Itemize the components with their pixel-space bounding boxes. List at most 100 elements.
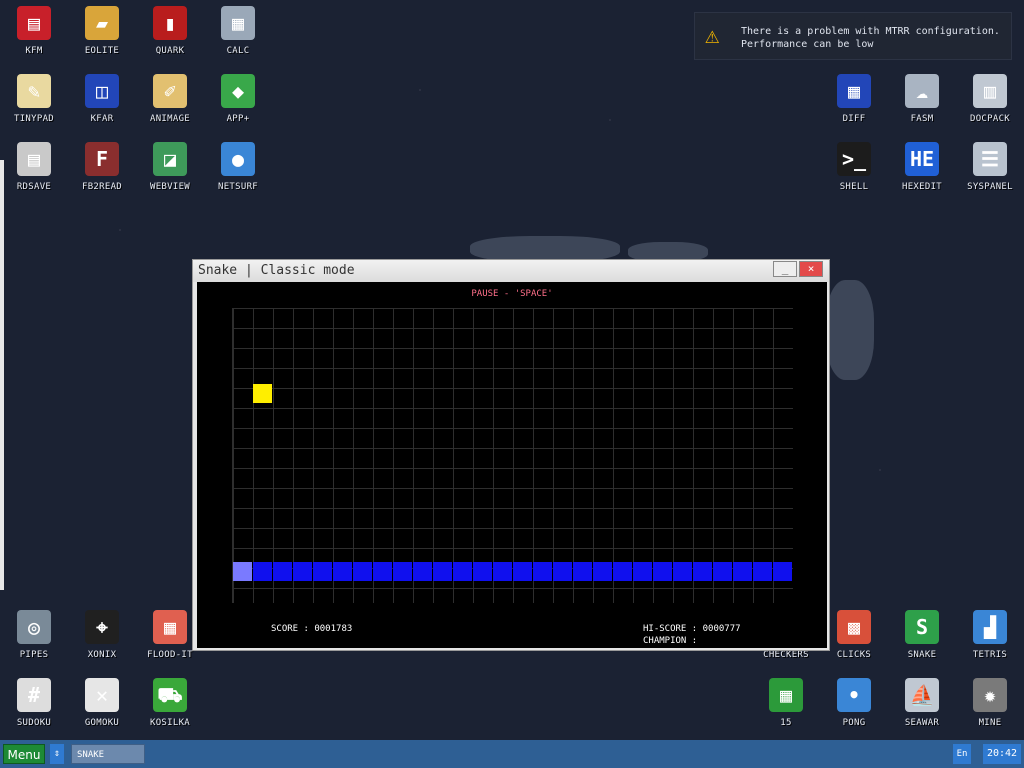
mine-icon: ✹ — [973, 678, 1007, 712]
desktop-icon-sudoku[interactable]: # SUDOKU — [0, 672, 68, 738]
desktop-icon-pong[interactable]: • PONG — [820, 672, 888, 738]
desktop-icon-fasm[interactable]: ☁ FASM — [888, 68, 956, 134]
desktop-icon-tinypad[interactable]: ✎ TINYPAD — [0, 68, 68, 134]
desktop-icon-calc[interactable]: ▦ CALC — [204, 0, 272, 66]
sliders-icon: ☰ — [973, 142, 1007, 176]
desktop-icon-label: QUARK — [155, 46, 185, 56]
game-grid — [232, 308, 793, 603]
tetris-icon: ▟ — [973, 610, 1007, 644]
window-switch-button[interactable]: ⇕ — [50, 744, 64, 764]
clicks-icon: ▩ — [837, 610, 871, 644]
snake-segment — [253, 562, 272, 581]
desktop-icon-xonix[interactable]: ⌖ XONIX — [68, 604, 136, 670]
desktop-icon-15[interactable]: ▦ 15 — [752, 672, 820, 738]
snake-segment — [293, 562, 312, 581]
desktop-icon-webview[interactable]: ◪ WEBVIEW — [136, 136, 204, 202]
desktop-icon-label: NETSURF — [217, 182, 259, 192]
window-titlebar[interactable]: Snake | Classic mode _ × — [193, 260, 829, 282]
desktop-icon-animage[interactable]: ✐ ANIMAGE — [136, 68, 204, 134]
desktop-icon-label: XONIX — [87, 650, 117, 660]
fifteen-icon: ▦ — [769, 678, 803, 712]
desktop-icon-diff[interactable]: ▦ DIFF — [820, 68, 888, 134]
gomoku-icon: ✕ — [85, 678, 119, 712]
desktop-icon-eolite[interactable]: ▰ EOLITE — [68, 0, 136, 66]
snake-segment — [333, 562, 352, 581]
desktop-icon-label: KFAR — [90, 114, 114, 124]
desktop-icon-seawar[interactable]: ⛵ SEAWAR — [888, 672, 956, 738]
mtrr-notification[interactable]: ⚠ There is a problem with MTRR configura… — [694, 12, 1012, 60]
desktop-icon-kfar[interactable]: ◫ KFAR — [68, 68, 136, 134]
desktop-icon-label: GOMOKU — [84, 718, 120, 728]
diff-icon: ▦ — [837, 74, 871, 108]
menu-button[interactable]: Menu — [3, 744, 45, 764]
desktop-icon-label: EOLITE — [84, 46, 120, 56]
desktop-icon-tetris[interactable]: ▟ TETRIS — [956, 604, 1024, 670]
snake-segment — [533, 562, 552, 581]
desktop-icon-rdsave[interactable]: ▤ RDSAVE — [0, 136, 68, 202]
pause-hint: PAUSE - 'SPACE' — [471, 289, 553, 299]
desktop-icon-app-[interactable]: ◆ APP+ — [204, 68, 272, 134]
globe-icon: ● — [221, 142, 255, 176]
cloud-icon: ☁ — [905, 74, 939, 108]
snake-segment — [473, 562, 492, 581]
desktop-icon-label: PIPES — [19, 650, 49, 660]
desktop-icon-syspanel[interactable]: ☰ SYSPANEL — [956, 136, 1024, 202]
desktop-icon-mine[interactable]: ✹ MINE — [956, 672, 1024, 738]
sudoku-icon: # — [17, 678, 51, 712]
desktop-icon-label: SUDOKU — [16, 718, 52, 728]
champion-label: CHAMPION : — [643, 636, 698, 646]
desktop-icon-label: ANIMAGE — [149, 114, 191, 124]
hex-icon: HE — [905, 142, 939, 176]
desktop-icon-fb2read[interactable]: F FB2READ — [68, 136, 136, 202]
cabinet-icon: ▥ — [973, 74, 1007, 108]
snake-segment — [733, 562, 752, 581]
desktop-icon-netsurf[interactable]: ● NETSURF — [204, 136, 272, 202]
terminal-icon: >_ — [837, 142, 871, 176]
close-button[interactable]: × — [799, 261, 823, 277]
desktop-icon-label: FASM — [910, 114, 934, 124]
snake-segment — [413, 562, 432, 581]
snake-segment — [373, 562, 392, 581]
snake-segment — [633, 562, 652, 581]
floppy-icon: ▤ — [17, 6, 51, 40]
desktop-icon-label: KFM — [25, 46, 43, 56]
mower-icon: ⛟ — [153, 678, 187, 712]
desktop-icon-docpack[interactable]: ▥ DOCPACK — [956, 68, 1024, 134]
notification-line-1: There is a problem with MTRR configurati… — [741, 26, 1000, 37]
snake-head — [233, 562, 252, 581]
taskbar-item-snake[interactable]: SNAKE — [71, 744, 145, 764]
desktop-icon-label: DIFF — [842, 114, 866, 124]
desktop-icon-hexedit[interactable]: HE HEXEDIT — [888, 136, 956, 202]
desktop-icon-label: PONG — [842, 718, 866, 728]
desktop-icon-shell[interactable]: >_ SHELL — [820, 136, 888, 202]
background-cloud — [826, 280, 874, 380]
snake-segment — [713, 562, 732, 581]
desktop-icon-kfm[interactable]: ▤ KFM — [0, 0, 68, 66]
snake-window[interactable]: Snake | Classic mode _ × PAUSE - 'SPACE'… — [192, 259, 830, 651]
snake-segment — [753, 562, 772, 581]
desktop-icon-clicks[interactable]: ▩ CLICKS — [820, 604, 888, 670]
desktop-icon-label: SYSPANEL — [967, 182, 1013, 192]
desktop-icon-pipes[interactable]: ◎ PIPES — [0, 604, 68, 670]
snake-segment — [613, 562, 632, 581]
minimize-button[interactable]: _ — [773, 261, 797, 277]
desktop-icon-snake[interactable]: S SNAKE — [888, 604, 956, 670]
snake-segment — [433, 562, 452, 581]
clock[interactable]: 20:42 — [983, 744, 1021, 764]
snake-segment — [693, 562, 712, 581]
desktop-icon-label: TINYPAD — [13, 114, 55, 124]
snake-segment — [653, 562, 672, 581]
ship-icon: ⛵ — [905, 678, 939, 712]
game-area[interactable]: PAUSE - 'SPACE' SCORE : 0001783 HI-SCORE… — [197, 282, 827, 648]
warning-icon: ⚠ — [705, 21, 720, 49]
snake-segment — [513, 562, 532, 581]
cube-icon: ◆ — [221, 74, 255, 108]
desktop-icon-quark[interactable]: ▮ QUARK — [136, 0, 204, 66]
desktop-icon-kosilka[interactable]: ⛟ KOSILKA — [136, 672, 204, 738]
folder-icon: ▰ — [85, 6, 119, 40]
desktop-icon-gomoku[interactable]: ✕ GOMOKU — [68, 672, 136, 738]
xonix-icon: ⌖ — [85, 610, 119, 644]
language-indicator[interactable]: En — [953, 744, 971, 764]
desktop-icon-label: SEAWAR — [904, 718, 940, 728]
desktop-icon-label: CALC — [226, 46, 250, 56]
